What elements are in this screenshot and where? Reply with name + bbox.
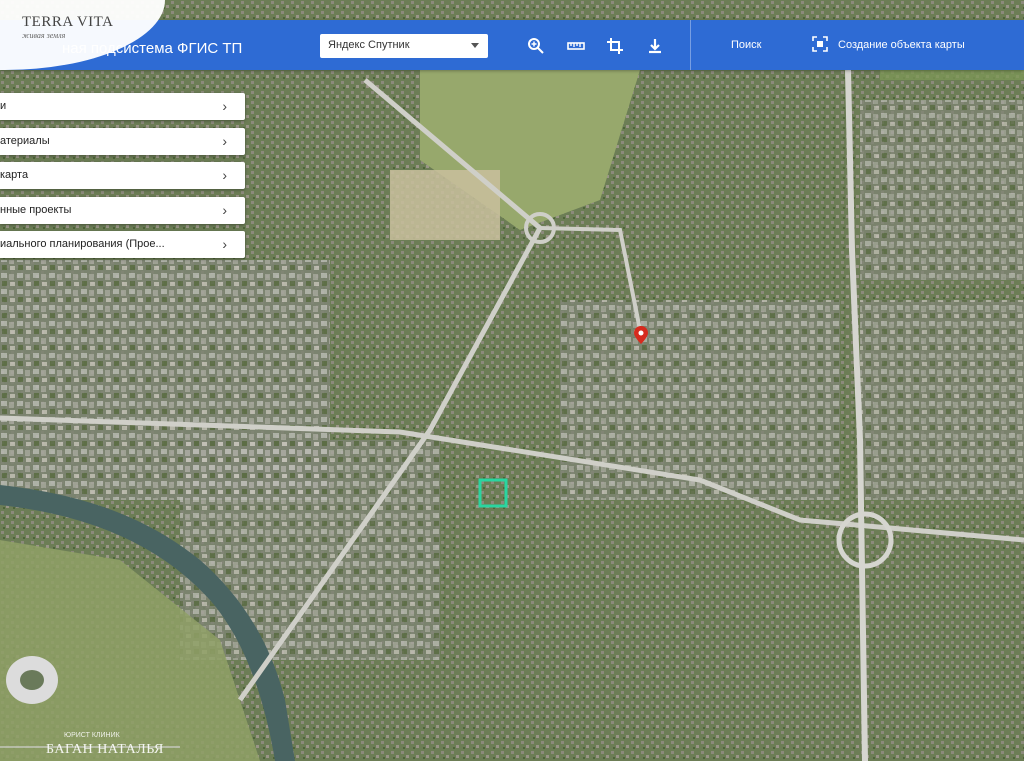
location-marker-icon[interactable] [634,326,648,344]
create-map-object-button[interactable]: Создание объекта карты [838,39,965,51]
search-button[interactable]: Поиск [731,39,761,51]
chevron-right-icon: › [222,167,227,183]
top-toolbar: ная подсистема ФГИС ТП Яндекс Спутник По… [0,20,1024,70]
toolbar-divider [690,20,691,70]
layer-group-label: нные проекты [0,203,72,216]
layer-group-label: иального планирования (Прое... [0,238,165,250]
watermark-line2: БАГАН НАТАЛЬЯ [46,742,164,757]
layer-group-label: и [0,100,7,112]
watermark: ЮРИСТ КЛИНИК БАГАН НАТАЛЬЯ [0,722,180,761]
logo-subtitle: живая земля [22,31,66,40]
layer-group-label: атериалы [0,134,50,147]
layer-group-label: карта [0,169,29,181]
chevron-right-icon: › [222,98,227,114]
zoom-in-icon[interactable] [526,36,546,56]
layer-group-item[interactable]: карта › [0,162,245,189]
layer-group-item[interactable]: и › [0,93,245,120]
chevron-right-icon: › [222,236,227,252]
layer-group-item[interactable]: иального планирования (Прое... › [0,231,245,258]
logo-title: TERRA VITA [22,14,114,30]
chevron-down-icon [471,43,479,48]
download-icon[interactable] [645,36,665,56]
basemap-select-value: Яндекс Спутник [328,39,410,51]
layer-group-item[interactable]: атериалы › [0,127,245,155]
layer-group-item[interactable]: нные проекты › [0,196,245,224]
crop-icon[interactable] [605,36,625,56]
chevron-right-icon: › [222,132,227,149]
layers-panel: и › атериалы › карта › нные проекты › иа… [0,93,245,266]
target-icon[interactable] [812,36,828,52]
ruler-icon[interactable] [566,36,586,56]
basemap-select[interactable]: Яндекс Спутник [320,34,488,58]
chevron-right-icon: › [222,201,227,218]
watermark-line1: ЮРИСТ КЛИНИК [64,732,120,739]
